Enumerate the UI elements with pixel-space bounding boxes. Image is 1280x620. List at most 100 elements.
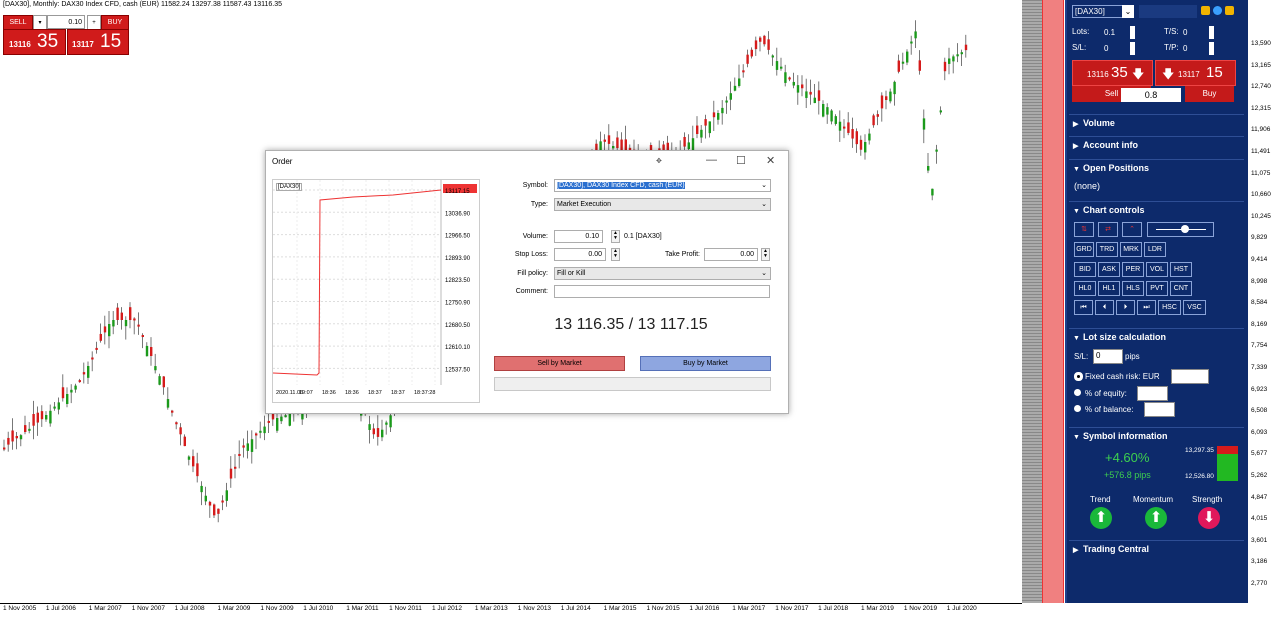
ts-input[interactable]: 0: [1180, 26, 1208, 39]
sl-stepper[interactable]: [1130, 42, 1135, 55]
candle-body: [108, 324, 111, 337]
price-axis-label: 11,491: [1251, 148, 1271, 155]
trade-volume-field[interactable]: 0.10: [47, 15, 85, 29]
candle-body: [931, 188, 934, 196]
chart-control-ask[interactable]: ASK: [1098, 262, 1120, 277]
pct-balance-label: % of balance:: [1085, 405, 1134, 414]
lot-sl-input[interactable]: 0: [1093, 349, 1123, 364]
order-dialog: Order ✥ — ☐ ✕ 13117.15 13036.90 12966.50 12…: [265, 150, 789, 414]
buy-price-button[interactable]: 13117 15: [67, 29, 129, 55]
candle-body: [91, 357, 94, 360]
sell-by-market-button[interactable]: Sell by Market: [494, 356, 625, 371]
candle-body: [267, 420, 270, 423]
symbol-field[interactable]: [DAX30]: [1072, 5, 1128, 18]
maximize-icon[interactable]: ☐: [736, 154, 746, 167]
trading-central-section[interactable]: ▶ Trading Central: [1069, 540, 1244, 557]
symbol-select[interactable]: [DAX30], DAX30 Index CFD, cash (EUR) ⌄: [554, 179, 771, 192]
chart-control-grd[interactable]: GRD: [1074, 242, 1094, 257]
lot-calc-section[interactable]: ▼ Lot size calculation: [1069, 328, 1244, 345]
symbol-search-box[interactable]: [1139, 5, 1197, 18]
panel-buy-label[interactable]: Buy: [1185, 86, 1234, 102]
fixed-cash-radio[interactable]: [1074, 372, 1083, 381]
type-label: Type:: [530, 201, 548, 208]
fixed-cash-input[interactable]: [1171, 369, 1209, 384]
chevron-down-icon: ⌄: [761, 201, 767, 208]
stop-loss-input[interactable]: 0.00: [554, 248, 606, 261]
candle-body: [217, 508, 220, 514]
chart-control-per[interactable]: PER: [1122, 262, 1144, 277]
time-axis-label: 1 Nov 2019: [903, 605, 938, 612]
symbol-dropdown-icon[interactable]: ⌄: [1122, 5, 1134, 18]
chart-control-hsc[interactable]: HSC: [1158, 300, 1181, 315]
pct-equity-input[interactable]: [1137, 386, 1168, 401]
sl-input[interactable]: 0: [1101, 42, 1129, 55]
slider-thumb[interactable]: [1181, 225, 1189, 233]
minimize-icon[interactable]: —: [706, 154, 717, 166]
info-icon[interactable]: [1213, 6, 1222, 15]
range-high-bar: [1217, 446, 1238, 454]
momentum-up-icon: ⬆: [1145, 507, 1167, 529]
pct-balance-input[interactable]: [1144, 402, 1175, 417]
chart-control-x[interactable]: ⏭: [1137, 300, 1156, 315]
chart-control-bid[interactable]: BID: [1074, 262, 1096, 277]
take-profit-spinner[interactable]: ▲ ▼: [761, 248, 770, 261]
chart-control-x[interactable]: ⏴: [1095, 300, 1114, 315]
chart-control-x[interactable]: ⏵: [1116, 300, 1135, 315]
chart-control-ldr[interactable]: LDR: [1144, 242, 1166, 257]
chart-mode-icon[interactable]: ⇅: [1074, 222, 1094, 237]
chart-control-hls[interactable]: HLS: [1122, 281, 1144, 296]
price-axis-label: 6,508: [1251, 407, 1268, 415]
price-axis-label: 5,677: [1251, 450, 1268, 458]
volume-spinner[interactable]: ▲ ▼: [611, 230, 620, 243]
comment-input[interactable]: [554, 285, 770, 298]
spread-value: 0.8: [1121, 88, 1181, 102]
chevron-up-icon[interactable]: ⌃: [1122, 222, 1142, 237]
pct-equity-radio[interactable]: [1074, 389, 1081, 396]
mini-symbol: [DAX30]: [276, 183, 303, 191]
type-select[interactable]: Market Execution ⌄: [554, 198, 771, 211]
positions-section[interactable]: ▼ Open Positions: [1069, 159, 1244, 176]
copy-icon[interactable]: [1201, 6, 1210, 15]
close-icon[interactable]: ✕: [766, 154, 775, 167]
stop-loss-spinner[interactable]: ▲ ▼: [611, 248, 620, 261]
take-profit-input[interactable]: 0.00: [704, 248, 758, 261]
tp-input[interactable]: 0: [1180, 42, 1208, 55]
panel-sell-button[interactable]: 13116 35 🡇: [1072, 60, 1153, 86]
zoom-slider[interactable]: [1147, 222, 1214, 237]
candle-body: [750, 49, 753, 57]
ts-stepper[interactable]: [1209, 26, 1214, 39]
candle-body: [889, 91, 892, 102]
fill-policy-select[interactable]: Fill or Kill ⌄: [554, 267, 771, 280]
chart-control-cnt[interactable]: CNT: [1170, 281, 1192, 296]
lots-stepper[interactable]: [1130, 26, 1135, 39]
lots-input[interactable]: 0.1: [1101, 26, 1129, 39]
buy-price-big: 15: [100, 31, 122, 52]
panel-buy-button[interactable]: 🡇 13117 15: [1155, 60, 1236, 86]
chart-control-trd[interactable]: TRD: [1096, 242, 1118, 257]
candle-body: [19, 435, 23, 440]
swap-icon[interactable]: ⇄: [1098, 222, 1118, 237]
sell-price-button[interactable]: 13116 35: [3, 29, 66, 55]
candle-body: [733, 85, 737, 91]
chart-control-x[interactable]: ⏮: [1074, 300, 1093, 315]
pct-balance-radio[interactable]: [1074, 405, 1081, 412]
chart-control-hst[interactable]: HST: [1170, 262, 1192, 277]
volume-section[interactable]: ▶ Volume: [1069, 114, 1244, 131]
chart-control-vol[interactable]: VOL: [1146, 262, 1168, 277]
volume-input[interactable]: 0.10: [554, 230, 603, 243]
tp-stepper[interactable]: [1209, 42, 1214, 55]
chart-controls-section[interactable]: ▼ Chart controls: [1069, 201, 1244, 218]
candle-body: [192, 456, 195, 467]
candle-body: [687, 142, 690, 150]
time-axis-label: 1 Jul 2020: [946, 605, 977, 612]
account-section[interactable]: ▶ Account info: [1069, 136, 1244, 153]
buy-by-market-button[interactable]: Buy by Market: [640, 356, 771, 371]
symbol-info-section[interactable]: ▼ Symbol information: [1069, 427, 1244, 444]
chart-control-hl0[interactable]: HL0: [1074, 281, 1096, 296]
chart-control-mrk[interactable]: MRK: [1120, 242, 1142, 257]
settings-icon[interactable]: [1225, 6, 1234, 15]
chart-control-pvt[interactable]: PVT: [1146, 281, 1168, 296]
candle-body: [956, 54, 959, 57]
chart-control-vsc[interactable]: VSC: [1183, 300, 1206, 315]
chart-control-hl1[interactable]: HL1: [1098, 281, 1120, 296]
